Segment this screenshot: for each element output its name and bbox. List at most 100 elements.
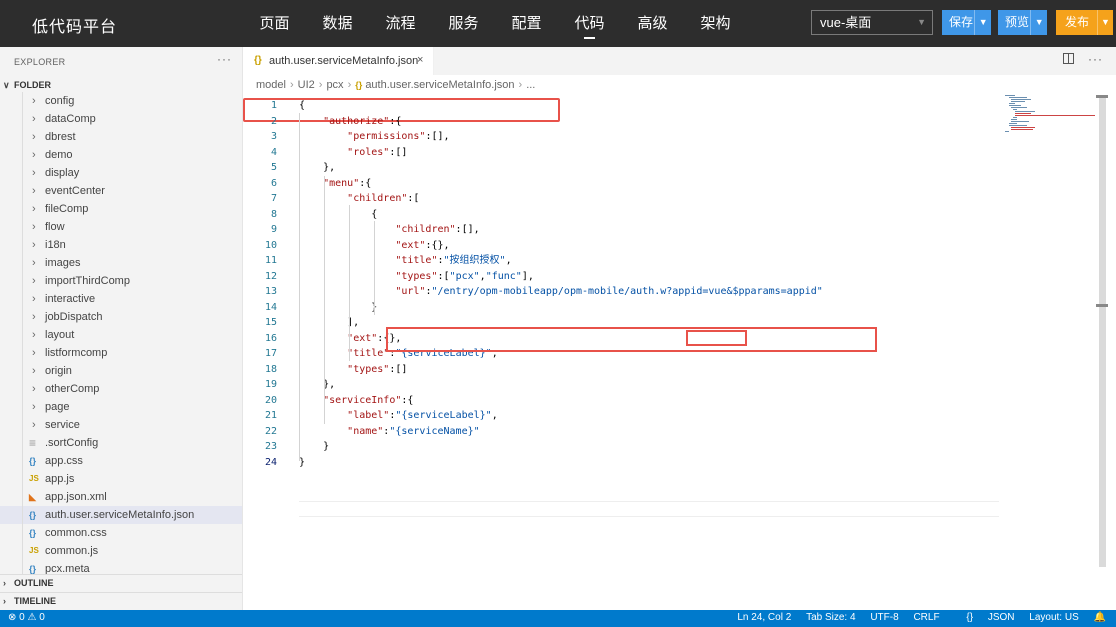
indent-guide <box>22 308 23 326</box>
folder-item[interactable]: › i18n <box>0 236 242 254</box>
file-item[interactable]: JS common.js <box>0 542 242 560</box>
code-editor[interactable]: 1{2 "authorize":{3 "permissions":[], 4 "r… <box>243 97 1116 610</box>
file-item[interactable]: {} common.css <box>0 524 242 542</box>
code-text: "types":["pcx","func"], <box>395 270 534 282</box>
close-icon[interactable]: × <box>417 54 423 66</box>
line-number: 21 <box>264 410 277 421</box>
tree-item-label: i18n <box>45 239 66 251</box>
explorer-title: EXPLORER <box>14 57 66 67</box>
encoding[interactable]: UTF-8 <box>870 612 898 623</box>
tree-item-label: flow <box>45 221 65 233</box>
code-line: 2 "authorize":{ <box>243 114 1003 130</box>
outline-section-header[interactable]: › OUTLINE <box>0 574 242 593</box>
line-number: 19 <box>264 379 277 390</box>
line-number: 12 <box>264 270 277 282</box>
line-number: 6 <box>270 177 277 189</box>
folder-item[interactable]: › interactive <box>0 290 242 308</box>
nav-item[interactable]: 高级 <box>621 0 684 47</box>
nav-item[interactable]: 数据 <box>306 0 369 47</box>
folder-item[interactable]: › images <box>0 254 242 272</box>
file-item[interactable]: ◣ app.json.xml <box>0 488 242 506</box>
breadcrumb-item[interactable]: auth.user.serviceMetaInfo.json <box>365 79 514 91</box>
file-item[interactable]: {} pcx.meta <box>0 560 242 575</box>
line-number: 20 <box>264 394 277 406</box>
problems-indicator[interactable]: ⊗ 0 ⚠ 0 <box>8 612 45 623</box>
nav-item[interactable]: 架构 <box>684 0 747 47</box>
file-item[interactable]: JS app.js <box>0 470 242 488</box>
nav-item[interactable]: 服务 <box>432 0 495 47</box>
indent-guide <box>22 470 23 488</box>
tree-item-label: .sortConfig <box>45 437 99 449</box>
nav-item[interactable]: 流程 <box>369 0 432 47</box>
minimap[interactable] <box>1005 95 1095 135</box>
indent-guide <box>299 113 300 461</box>
editor: {} auth.user.serviceMetaInfo.json × ··· … <box>243 47 1116 610</box>
cursor-position[interactable]: Ln 24, Col 2 <box>737 612 791 623</box>
folder-item[interactable]: › dataComp <box>0 110 242 128</box>
line-ending[interactable]: CRLF <box>913 612 939 623</box>
preview-button[interactable]: 预览 ▼ <box>998 10 1047 35</box>
top-bar: 低代码平台 页面 数据 流程 服务 配置 代码 高级 架构 vue-桌面 ▼ 保存 ▼ 预览 … <box>0 0 1116 47</box>
chevron-down-icon[interactable]: ▼ <box>1030 10 1047 35</box>
folder-item[interactable]: › jobDispatch <box>0 308 242 326</box>
folder-item[interactable]: › service <box>0 416 242 434</box>
line-number: 18 <box>264 363 277 375</box>
folder-item[interactable]: › layout <box>0 326 242 344</box>
folder-item[interactable]: › importThirdComp <box>0 272 242 290</box>
bell-icon[interactable]: 🔔 <box>1094 612 1106 623</box>
folder-item[interactable]: › eventCenter <box>0 182 242 200</box>
file-item[interactable]: {} auth.user.serviceMetaInfo.json <box>0 506 242 524</box>
vertical-scrollbar[interactable] <box>1099 97 1106 567</box>
chevron-down-icon[interactable]: ▼ <box>1096 10 1113 35</box>
indent-guide <box>22 128 23 146</box>
chevron-right-icon: › <box>32 329 36 341</box>
annotation-highlight-box <box>386 327 877 352</box>
more-actions-icon[interactable]: ··· <box>1088 52 1103 66</box>
folder-item[interactable]: › flow <box>0 218 242 236</box>
nav-item[interactable]: 代码 <box>558 0 621 47</box>
more-actions-icon[interactable]: ··· <box>217 52 232 66</box>
folder-item[interactable]: › listformcomp <box>0 344 242 362</box>
tab-size[interactable]: Tab Size: 4 <box>806 612 855 623</box>
publish-button[interactable]: 发布 ▼ <box>1056 10 1113 35</box>
chevron-down-icon[interactable]: ▼ <box>974 10 991 35</box>
nav-item[interactable]: 配置 <box>495 0 558 47</box>
file-item[interactable]: {} app.css <box>0 452 242 470</box>
status-bar: ⊗ 0 ⚠ 0 Ln 24, Col 2 Tab Size: 4 UTF-8 C… <box>0 610 1116 627</box>
folder-item[interactable]: › otherComp <box>0 380 242 398</box>
line-number: 13 <box>264 286 277 297</box>
file-item[interactable]: ≡ .sortConfig <box>0 434 242 452</box>
editor-tab[interactable]: {} auth.user.serviceMetaInfo.json × <box>243 47 434 75</box>
language-mode[interactable]: {} JSON <box>954 612 1014 623</box>
breadcrumb-item[interactable]: model <box>256 79 286 91</box>
environment-select[interactable]: vue-桌面 ▼ <box>811 10 933 35</box>
indent-guide <box>22 434 23 452</box>
save-button[interactable]: 保存 ▼ <box>942 10 991 35</box>
code-text: }, <box>299 379 336 390</box>
folder-item[interactable]: › display <box>0 164 242 182</box>
preview-button-label: 预览 <box>1005 15 1030 29</box>
code-text: "url":"/entry/opm-mobileapp/opm-mobile/a… <box>395 286 823 297</box>
explorer-sidebar: EXPLORER ··· ∨ FOLDER › config › dataComp › d… <box>0 47 243 610</box>
breadcrumb-ellipsis[interactable]: ... <box>526 79 535 91</box>
folder-item[interactable]: › dbrest <box>0 128 242 146</box>
folder-item[interactable]: › origin <box>0 362 242 380</box>
code-text: "children":[], <box>395 224 480 235</box>
folder-item[interactable]: › fileComp <box>0 200 242 218</box>
chevron-right-icon: › <box>32 419 36 431</box>
split-editor-icon[interactable] <box>1063 53 1074 64</box>
keyboard-layout[interactable]: Layout: US <box>1029 612 1078 623</box>
chevron-down-icon: ∨ <box>3 80 10 90</box>
nav-item[interactable]: 页面 <box>243 0 306 47</box>
breadcrumb-item[interactable]: pcx <box>326 79 343 91</box>
folder-item[interactable]: › config <box>0 92 242 110</box>
tree-item-label: config <box>45 95 75 107</box>
tree-item-label: app.js <box>45 473 75 485</box>
folder-item[interactable]: › page <box>0 398 242 416</box>
tree-item-label: display <box>45 167 80 179</box>
folder-item[interactable]: › demo <box>0 146 242 164</box>
breadcrumb-item[interactable]: UI2 <box>298 79 315 91</box>
timeline-section-header[interactable]: › TIMELINE <box>0 592 242 610</box>
json-file-icon: {} <box>254 55 262 66</box>
line-number: 11 <box>264 255 277 266</box>
